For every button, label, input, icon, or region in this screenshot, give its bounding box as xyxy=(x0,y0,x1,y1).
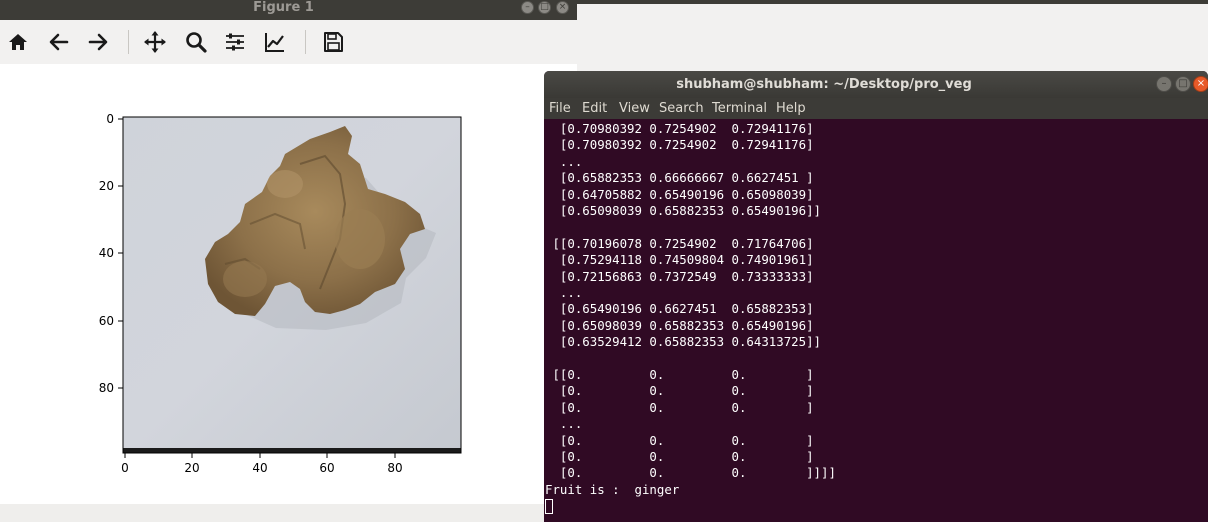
home-icon[interactable] xyxy=(6,30,30,54)
terminal-cursor xyxy=(545,499,553,514)
terminal-line: [[0. 0. 0. ] xyxy=(545,367,814,382)
terminal-line: [0.65098039 0.65882353 0.65490196]] xyxy=(545,203,822,218)
terminal-menubar: File Edit View Search Terminal Help xyxy=(544,98,1208,119)
terminal-line: [0.70980392 0.7254902 0.72941176] xyxy=(545,121,814,136)
desktop-background xyxy=(577,4,1208,72)
pan-icon[interactable] xyxy=(143,30,167,54)
y-tick-label: 20 xyxy=(99,179,114,193)
configure-subplots-icon[interactable] xyxy=(223,30,247,54)
y-tick-label: 60 xyxy=(99,314,114,328)
terminal-line: ... xyxy=(545,154,583,169)
terminal-output[interactable]: [0.70980392 0.7254902 0.72941176] [0.709… xyxy=(544,119,1208,522)
terminal-line: [0. 0. 0. ] xyxy=(545,400,814,415)
terminal-line: [0.63529412 0.65882353 0.64313725]] xyxy=(545,334,822,349)
menu-file[interactable]: File xyxy=(549,100,571,117)
save-icon[interactable] xyxy=(321,30,345,54)
ginger-image xyxy=(123,117,461,451)
x-tick-label: 80 xyxy=(387,461,402,475)
figure-minimize-button[interactable]: – xyxy=(521,1,534,14)
result-line: Fruit is : ginger xyxy=(545,482,680,497)
plot-axes[interactable]: 0 20 40 60 80 0 20 40 60 80 xyxy=(0,64,577,504)
menu-help[interactable]: Help xyxy=(776,100,806,117)
x-tick-label: 20 xyxy=(184,461,199,475)
x-tick-label: 0 xyxy=(121,461,129,475)
figure-close-button[interactable]: × xyxy=(556,1,569,14)
terminal-title: shubham@shubham: ~/Desktop/pro_veg xyxy=(676,77,972,92)
x-tick-label: 60 xyxy=(319,461,334,475)
terminal-minimize-button[interactable]: – xyxy=(1156,76,1172,92)
terminal-line: ... xyxy=(545,416,583,431)
menu-terminal[interactable]: Terminal xyxy=(712,100,767,117)
figure-title: Figure 1 xyxy=(253,0,314,15)
terminal-window: shubham@shubham: ~/Desktop/pro_veg – □ ×… xyxy=(544,71,1208,522)
figure-titlebar[interactable]: Figure 1 – □ × xyxy=(0,0,577,20)
terminal-line: [0. 0. 0. ] xyxy=(545,449,814,464)
terminal-maximize-button[interactable]: □ xyxy=(1175,76,1191,92)
figure-maximize-button[interactable]: □ xyxy=(538,1,551,14)
terminal-line: [0. 0. 0. ] xyxy=(545,433,814,448)
x-tick-label: 40 xyxy=(252,461,267,475)
y-tick-label: 80 xyxy=(99,381,114,395)
terminal-line: [0.70980392 0.7254902 0.72941176] xyxy=(545,137,814,152)
x-axis: 0 20 40 60 80 xyxy=(121,453,403,475)
menu-search[interactable]: Search xyxy=(659,100,704,117)
menu-edit[interactable]: Edit xyxy=(582,100,607,117)
figure-statusbar xyxy=(0,504,577,522)
y-tick-label: 40 xyxy=(99,246,114,260)
menu-view[interactable]: View xyxy=(619,100,650,117)
zoom-icon[interactable] xyxy=(184,30,208,54)
terminal-line: [0.64705882 0.65490196 0.65098039] xyxy=(545,187,814,202)
terminal-line: [0.72156863 0.7372549 0.73333333] xyxy=(545,269,814,284)
toolbar-separator xyxy=(128,30,129,54)
terminal-line: ... xyxy=(545,285,583,300)
terminal-line: [0. 0. 0. ] xyxy=(545,383,814,398)
terminal-titlebar[interactable]: shubham@shubham: ~/Desktop/pro_veg – □ × xyxy=(544,71,1208,98)
terminal-line: [[0.70196078 0.7254902 0.71764706] xyxy=(545,236,814,251)
y-tick-label: 0 xyxy=(106,112,114,126)
back-arrow-icon[interactable] xyxy=(47,30,71,54)
terminal-line: [0. 0. 0. ]]]] xyxy=(545,465,836,480)
forward-arrow-icon[interactable] xyxy=(86,30,110,54)
terminal-line: [0.65882353 0.66666667 0.6627451 ] xyxy=(545,170,814,185)
terminal-line: [0.65098039 0.65882353 0.65490196] xyxy=(545,318,814,333)
terminal-close-button[interactable]: × xyxy=(1193,76,1208,92)
toolbar-separator xyxy=(305,30,306,54)
terminal-line: [0.65490196 0.6627451 0.65882353] xyxy=(545,301,814,316)
figure-toolbar xyxy=(0,20,577,64)
edit-axes-icon[interactable] xyxy=(263,30,287,54)
terminal-line: [0.75294118 0.74509804 0.74901961] xyxy=(545,252,814,267)
y-axis: 0 20 40 60 80 xyxy=(99,112,123,395)
image-bottom-strip xyxy=(123,448,461,453)
